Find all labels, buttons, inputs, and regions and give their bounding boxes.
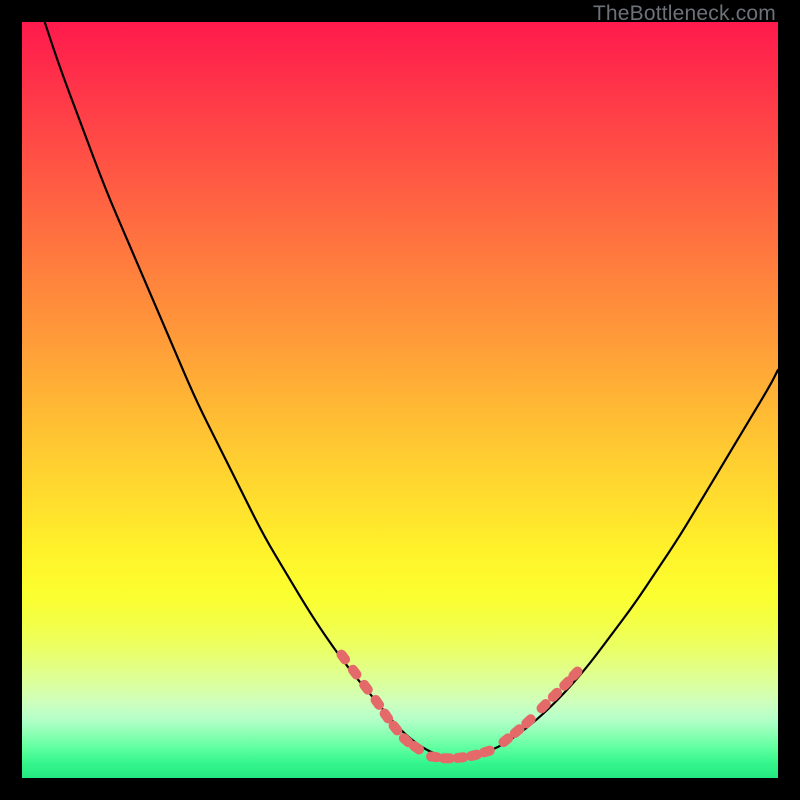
plot-area — [22, 22, 778, 778]
highlight-dot — [346, 663, 364, 682]
highlight-dots-bottom — [425, 744, 496, 763]
highlight-dots-right — [496, 664, 584, 749]
bottleneck-curve — [45, 22, 778, 758]
watermark-text: TheBottleneck.com — [593, 2, 776, 26]
highlight-dot — [334, 648, 352, 667]
highlight-dots-left — [334, 648, 426, 757]
curve-svg — [22, 22, 778, 778]
outer-frame: TheBottleneck.com — [0, 0, 800, 800]
